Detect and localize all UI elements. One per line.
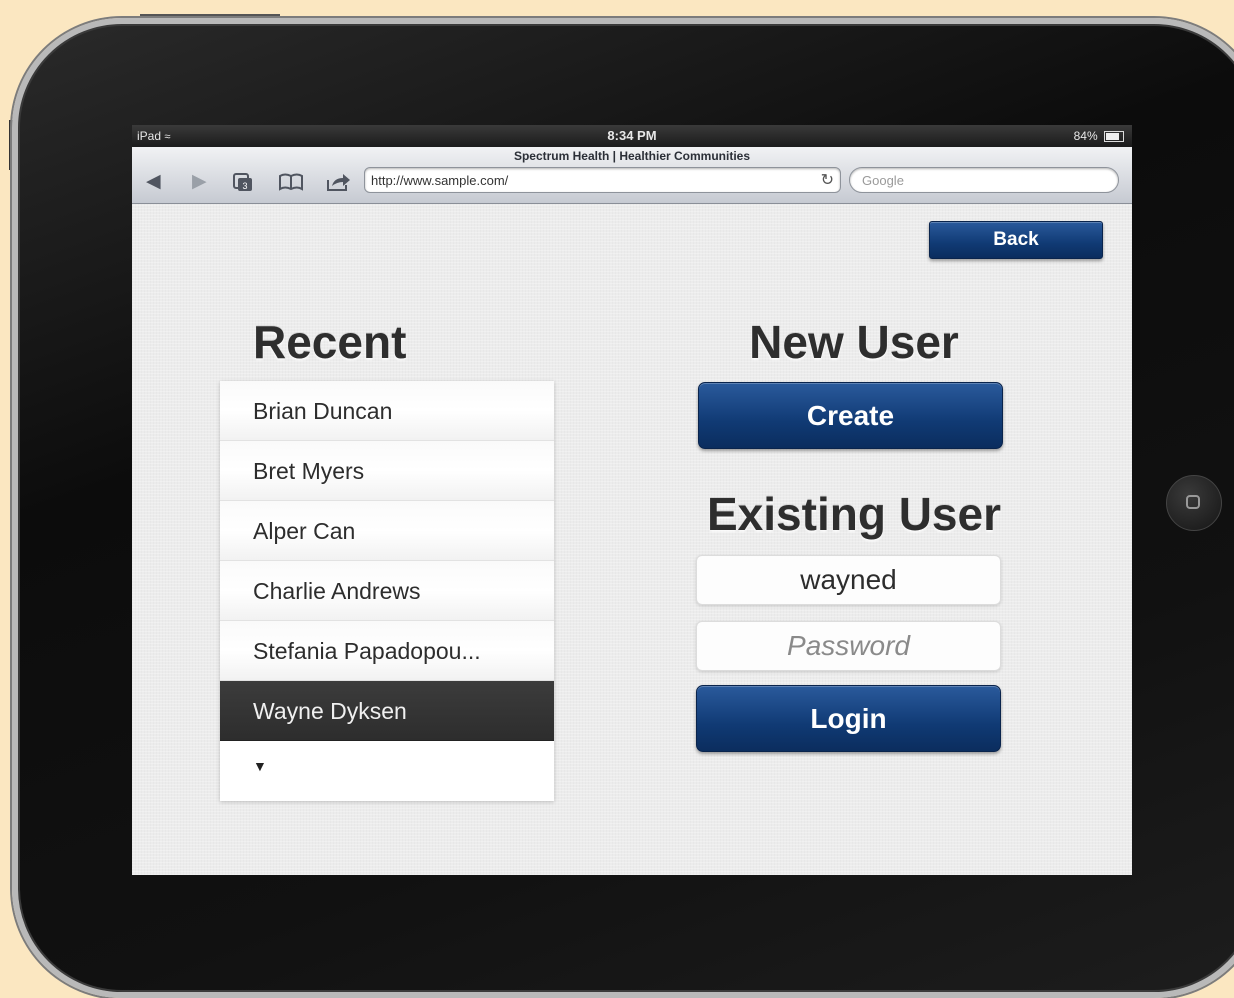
share-icon[interactable] <box>326 171 352 199</box>
recent-user-item[interactable]: Alper Can <box>220 501 554 561</box>
username-field[interactable] <box>696 555 1001 605</box>
tabs-icon[interactable]: 3 <box>232 171 254 199</box>
tabs-count: 3 <box>242 181 247 191</box>
create-button[interactable]: Create <box>698 382 1003 449</box>
home-button[interactable] <box>1166 475 1222 531</box>
recent-users-list: Brian Duncan Bret Myers Alper Can Charli… <box>220 381 554 801</box>
recent-user-item[interactable]: Brian Duncan <box>220 381 554 441</box>
search-field[interactable]: Google <box>849 167 1119 193</box>
back-button[interactable]: Back <box>929 221 1103 259</box>
bookmarks-icon[interactable] <box>278 171 304 199</box>
password-field[interactable] <box>696 621 1001 671</box>
page-title: Spectrum Health | Healthier Communities <box>513 149 751 163</box>
home-square-icon <box>1186 495 1200 509</box>
tabs-count-icon: 3 <box>233 173 252 191</box>
ipad-screen: iPad ≈ 8:34 PM 84% Spectrum Health | Hea… <box>132 125 1132 875</box>
existing-user-heading: Existing User <box>707 488 1001 540</box>
address-bar[interactable]: http://www.sample.com/ ↻ <box>364 167 841 193</box>
recent-heading: Recent <box>253 316 407 368</box>
recent-user-item-selected[interactable]: Wayne Dyksen <box>220 681 554 741</box>
recent-user-item[interactable]: Bret Myers <box>220 441 554 501</box>
url-text: http://www.sample.com/ <box>371 173 509 188</box>
forward-arrow-icon[interactable]: ▶ <box>192 171 207 193</box>
status-time: 8:34 PM <box>607 128 657 143</box>
browser-toolbar: Spectrum Health | Healthier Communities … <box>132 147 1132 204</box>
new-user-heading: New User <box>749 316 959 368</box>
status-bar: iPad ≈ 8:34 PM 84% <box>132 125 1132 147</box>
show-more-arrow-icon[interactable]: ▼ <box>220 741 554 795</box>
battery-icon <box>1104 131 1124 143</box>
recent-user-item[interactable]: Charlie Andrews <box>220 561 554 621</box>
login-button[interactable]: Login <box>696 685 1001 752</box>
back-arrow-icon[interactable]: ◀ <box>146 171 161 193</box>
battery-status: 84% <box>1074 125 1124 147</box>
recent-user-item[interactable]: Stefania Papadopou... <box>220 621 554 681</box>
reload-icon[interactable]: ↻ <box>821 168 834 194</box>
